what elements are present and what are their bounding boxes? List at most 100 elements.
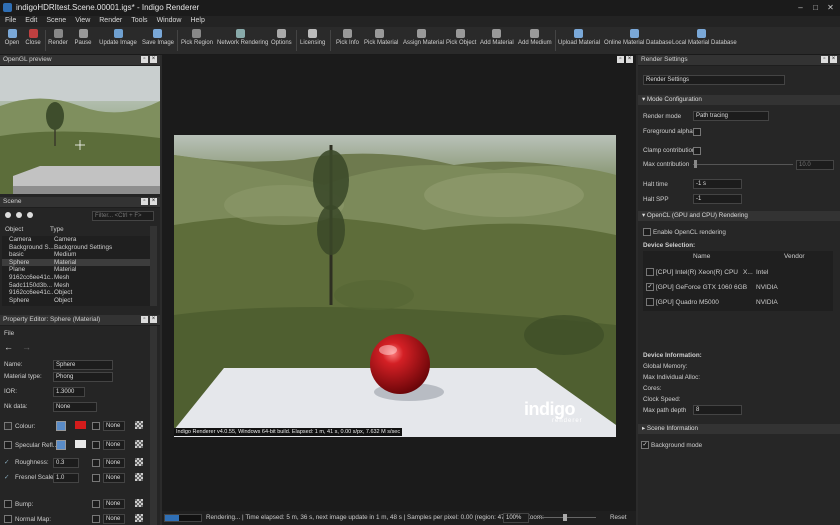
table-row[interactable]: Sphere Object (2, 297, 150, 305)
float-icon[interactable]: ▫ (141, 198, 148, 205)
normal-texture-checkbox[interactable] (92, 515, 100, 523)
zoom-select[interactable]: 100% (503, 513, 529, 523)
close-panel-icon[interactable]: × (150, 56, 157, 63)
save-image-button[interactable]: Save Image (142, 29, 174, 53)
device-checkbox[interactable] (646, 268, 654, 276)
float-icon[interactable]: ▫ (821, 56, 828, 63)
minimize-icon[interactable]: – (795, 3, 806, 12)
bump-texture-select[interactable]: None (103, 499, 125, 509)
name-field[interactable]: Sphere (53, 360, 113, 370)
specular-texture-select[interactable]: None (103, 440, 125, 450)
max-path-depth-field[interactable]: 8 (693, 405, 742, 415)
menu-view[interactable]: View (70, 16, 94, 27)
colour-texture-checkbox[interactable] (92, 422, 100, 430)
render-settings-select[interactable]: Render Settings (643, 75, 785, 85)
fresnel-field[interactable]: 1.0 (53, 473, 79, 483)
fresnel-check-icon[interactable]: ✓ (4, 474, 9, 481)
device-checkbox-checked[interactable]: ✓ (646, 283, 654, 291)
property-scrollbar[interactable] (150, 326, 157, 525)
menu-help[interactable]: Help (185, 16, 208, 27)
table-row[interactable]: [GPU] Quadro M5000 NVIDIA (643, 295, 833, 309)
specular-mode-icon[interactable] (56, 440, 66, 450)
normal-texture-select[interactable]: None (103, 514, 125, 524)
menu-render[interactable]: Render (94, 16, 126, 27)
table-row-selected[interactable]: Sphere Material (2, 258, 150, 267)
table-row[interactable]: basic Medium (2, 251, 150, 259)
back-arrow-icon[interactable]: ← (4, 342, 13, 352)
colour-mode-icon[interactable] (56, 421, 66, 431)
open-button[interactable]: Open (4, 29, 20, 53)
maximize-icon[interactable]: □ (810, 3, 821, 12)
max-contribution-slider[interactable] (693, 164, 793, 165)
ior-field[interactable]: 1.3000 (53, 387, 85, 397)
foreground-alpha-checkbox[interactable] (693, 128, 701, 136)
menu-edit[interactable]: Edit (20, 16, 41, 27)
close-panel-icon[interactable]: × (830, 56, 837, 63)
nk-data-select[interactable]: None (53, 402, 97, 412)
material-filter-icon[interactable] (16, 212, 22, 218)
halt-spp-field[interactable]: -1 (693, 194, 742, 204)
opencl-section[interactable]: ▾ OpenCL (GPU and CPU) Rendering (638, 211, 840, 221)
table-row[interactable]: 9162cc6ee41c... Object (2, 289, 150, 297)
online-material-database-button[interactable]: Online Material Database (604, 29, 672, 53)
max-contribution-handle[interactable] (694, 160, 697, 168)
table-row[interactable]: 5adc1150d3b... Mesh (2, 282, 150, 290)
object-filter-icon[interactable] (27, 212, 33, 218)
file-menu[interactable]: File (4, 330, 14, 337)
close-button[interactable]: Close (24, 29, 42, 53)
add-material-button[interactable]: Add Material (480, 29, 514, 53)
table-row[interactable]: Background S... Background Settings (2, 244, 150, 252)
background-mode-checkbox[interactable]: ✓ (641, 441, 649, 449)
table-row[interactable]: Camera Camera (2, 236, 150, 244)
render-image[interactable]: indigo renderer Indigo Renderer v4.0.55,… (174, 135, 616, 437)
menu-tools[interactable]: Tools (126, 16, 151, 27)
menu-scene[interactable]: Scene (41, 16, 70, 27)
scene-scrollbar[interactable] (150, 226, 157, 306)
menu-window[interactable]: Window (152, 16, 186, 27)
menu-file[interactable]: File (0, 16, 20, 27)
colour-swatch[interactable] (75, 421, 86, 429)
bump-checkbox[interactable] (4, 500, 12, 508)
pick-region-button[interactable]: Pick Region (181, 29, 213, 53)
scene-information-section[interactable]: ▸ Scene Information (638, 424, 840, 434)
roughness-field[interactable]: 0.3 (53, 458, 79, 468)
pick-info-button[interactable]: Pick Info (336, 29, 359, 53)
local-material-database-button[interactable]: Local Material Database (672, 29, 737, 53)
material-type-select[interactable]: Phong (53, 372, 113, 382)
table-row[interactable]: [CPU] Intel(R) Xeon(R) CPU X... Intel (643, 265, 833, 279)
forward-arrow-icon[interactable]: → (22, 342, 31, 352)
fresnel-texture-select[interactable]: None (103, 473, 125, 483)
upload-material-button[interactable]: Upload Material (558, 29, 600, 53)
add-medium-button[interactable]: Add Medium (518, 29, 552, 53)
reset-button[interactable]: Reset (610, 511, 626, 525)
table-row[interactable]: 9162cc6ee41c... Mesh (2, 274, 150, 282)
scene-filter-input[interactable]: Filter... <Ctrl + F> (92, 211, 154, 221)
float-icon[interactable]: ▫ (617, 56, 624, 63)
pick-object-button[interactable]: Pick Object (446, 29, 476, 53)
options-button[interactable]: Options (271, 29, 292, 53)
render-mode-select[interactable]: Path tracing (693, 111, 769, 121)
mode-configuration-section[interactable]: ▾ Mode Configuration (638, 95, 840, 105)
normal-map-checkbox[interactable] (4, 515, 12, 523)
specular-checkbox[interactable] (4, 441, 12, 449)
enable-opencl-checkbox[interactable] (643, 228, 651, 236)
roughness-check-icon[interactable]: ✓ (4, 459, 9, 466)
clamp-contributions-checkbox[interactable] (693, 147, 701, 155)
specular-texture-checkbox[interactable] (92, 441, 100, 449)
device-checkbox[interactable] (646, 298, 654, 306)
table-row[interactable]: ✓ [GPU] GeForce GTX 1060 6GB NVIDIA (643, 280, 833, 294)
roughness-texture-select[interactable]: None (103, 458, 125, 468)
zoom-slider-handle[interactable] (563, 514, 567, 521)
mesh-filter-icon[interactable] (5, 212, 11, 218)
bump-texture-checkbox[interactable] (92, 500, 100, 508)
close-panel-icon[interactable]: × (150, 316, 157, 323)
table-row[interactable]: Plane Material (2, 266, 150, 274)
assign-material-button[interactable]: Assign Material (403, 29, 444, 53)
close-panel-icon[interactable]: × (626, 56, 633, 63)
specular-swatch[interactable] (75, 440, 86, 448)
pause-button[interactable]: Pause (73, 29, 93, 53)
render-button[interactable]: Render (48, 29, 68, 53)
licensing-button[interactable]: Licensing (300, 29, 325, 53)
update-image-button[interactable]: Update Image (99, 29, 137, 53)
close-panel-icon[interactable]: × (150, 198, 157, 205)
